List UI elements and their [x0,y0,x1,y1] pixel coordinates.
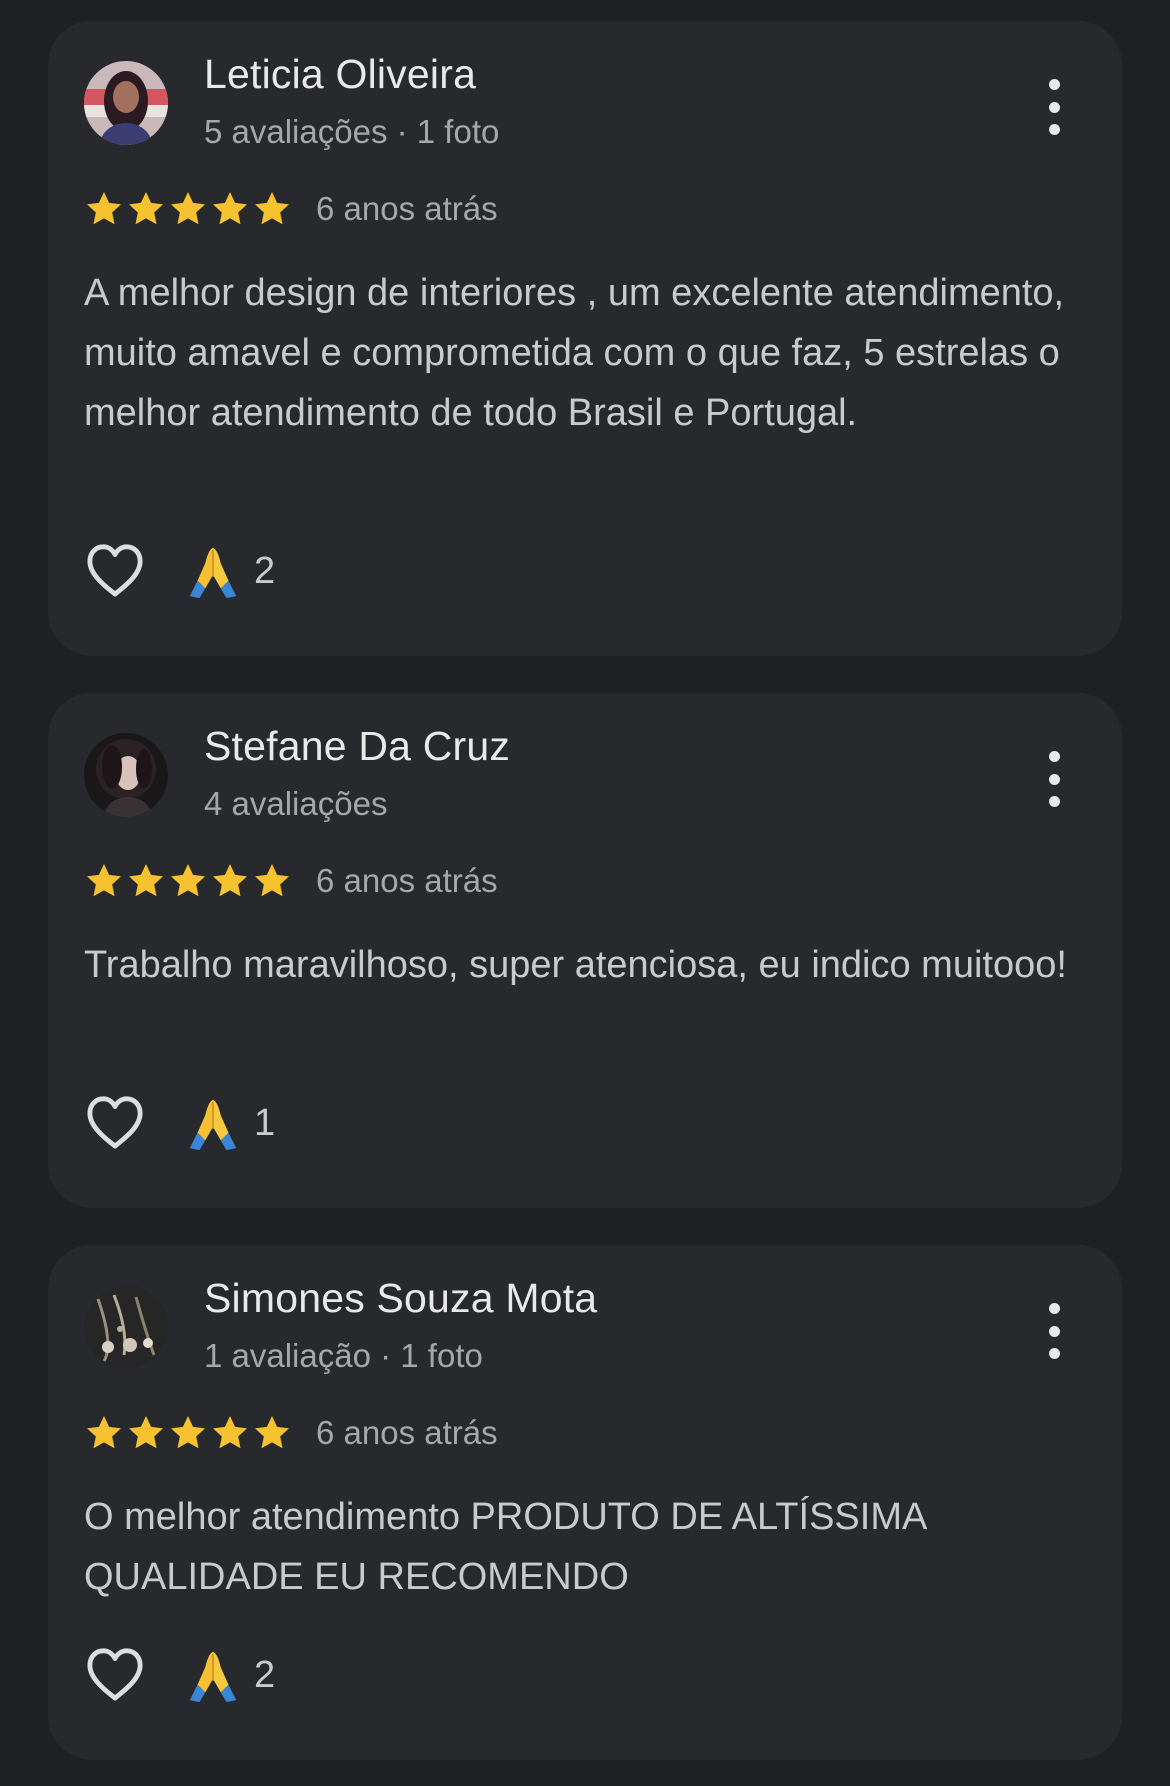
reviewer-meta: 1 avaliação · 1 foto [204,1337,483,1374]
review-time: 6 anos atrás [316,862,498,899]
rating-row: 6 anos atrás [84,187,498,231]
heart-outline-icon[interactable] [84,542,146,600]
star-filled-icon [210,189,250,229]
star-rating [84,1413,294,1453]
star-filled-icon [252,1413,292,1453]
star-filled-icon [126,189,166,229]
star-filled-icon [126,861,166,901]
star-filled-icon [168,189,208,229]
star-filled-icon [84,1413,124,1453]
heart-outline-icon[interactable] [84,1646,146,1704]
star-filled-icon [210,861,250,901]
avatar[interactable] [84,61,168,145]
star-filled-icon [168,861,208,901]
star-rating [84,861,294,901]
avatar[interactable] [84,733,168,817]
folded-hands-emoji-icon [184,1646,242,1704]
more-vert-icon[interactable] [1044,1303,1064,1359]
review-card: Simones Souza Mota 1 avaliação · 1 foto … [48,1245,1122,1760]
review-actions: 2 [84,539,275,603]
avatar[interactable] [84,1285,168,1369]
rating-row: 6 anos atrás [84,859,498,903]
star-filled-icon [210,1413,250,1453]
heart-outline-icon[interactable] [84,1094,146,1152]
review-actions: 1 [84,1091,275,1155]
star-rating [84,189,294,229]
review-text: Trabalho maravilhoso, super atenciosa, e… [84,944,1067,986]
star-filled-icon [84,189,124,229]
star-filled-icon [252,861,292,901]
review-card: Leticia Oliveira 5 avaliações · 1 foto 6… [48,21,1122,656]
reaction-count: 1 [254,1101,276,1144]
reviewer-name[interactable]: Simones Souza Mota [204,1275,597,1322]
reaction-button[interactable]: 1 [184,1094,275,1152]
review-time: 6 anos atrás [316,1414,498,1451]
more-vert-icon[interactable] [1044,751,1064,807]
review-actions: 2 [84,1643,275,1707]
review-text: O melhor atendimento PRODUTO DE ALTÍSSIM… [84,1496,926,1598]
reaction-button[interactable]: 2 [184,542,275,600]
star-filled-icon [126,1413,166,1453]
star-filled-icon [252,189,292,229]
review-time: 6 anos atrás [316,190,498,227]
reaction-count: 2 [254,549,276,592]
rating-row: 6 anos atrás [84,1411,498,1455]
star-filled-icon [84,861,124,901]
more-vert-icon[interactable] [1044,79,1064,135]
folded-hands-emoji-icon [184,542,242,600]
reaction-button[interactable]: 2 [184,1646,275,1704]
star-filled-icon [168,1413,208,1453]
reviewer-meta: 5 avaliações · 1 foto [204,113,500,150]
reaction-count: 2 [254,1653,276,1696]
review-text: A melhor design de interiores , um excel… [84,272,1065,434]
folded-hands-emoji-icon [184,1094,242,1152]
review-card: Stefane Da Cruz 4 avaliações 6 anos atrá… [48,693,1122,1208]
reviewer-name[interactable]: Stefane Da Cruz [204,723,510,770]
reviewer-meta: 4 avaliações [204,785,388,822]
reviewer-name[interactable]: Leticia Oliveira [204,51,476,98]
